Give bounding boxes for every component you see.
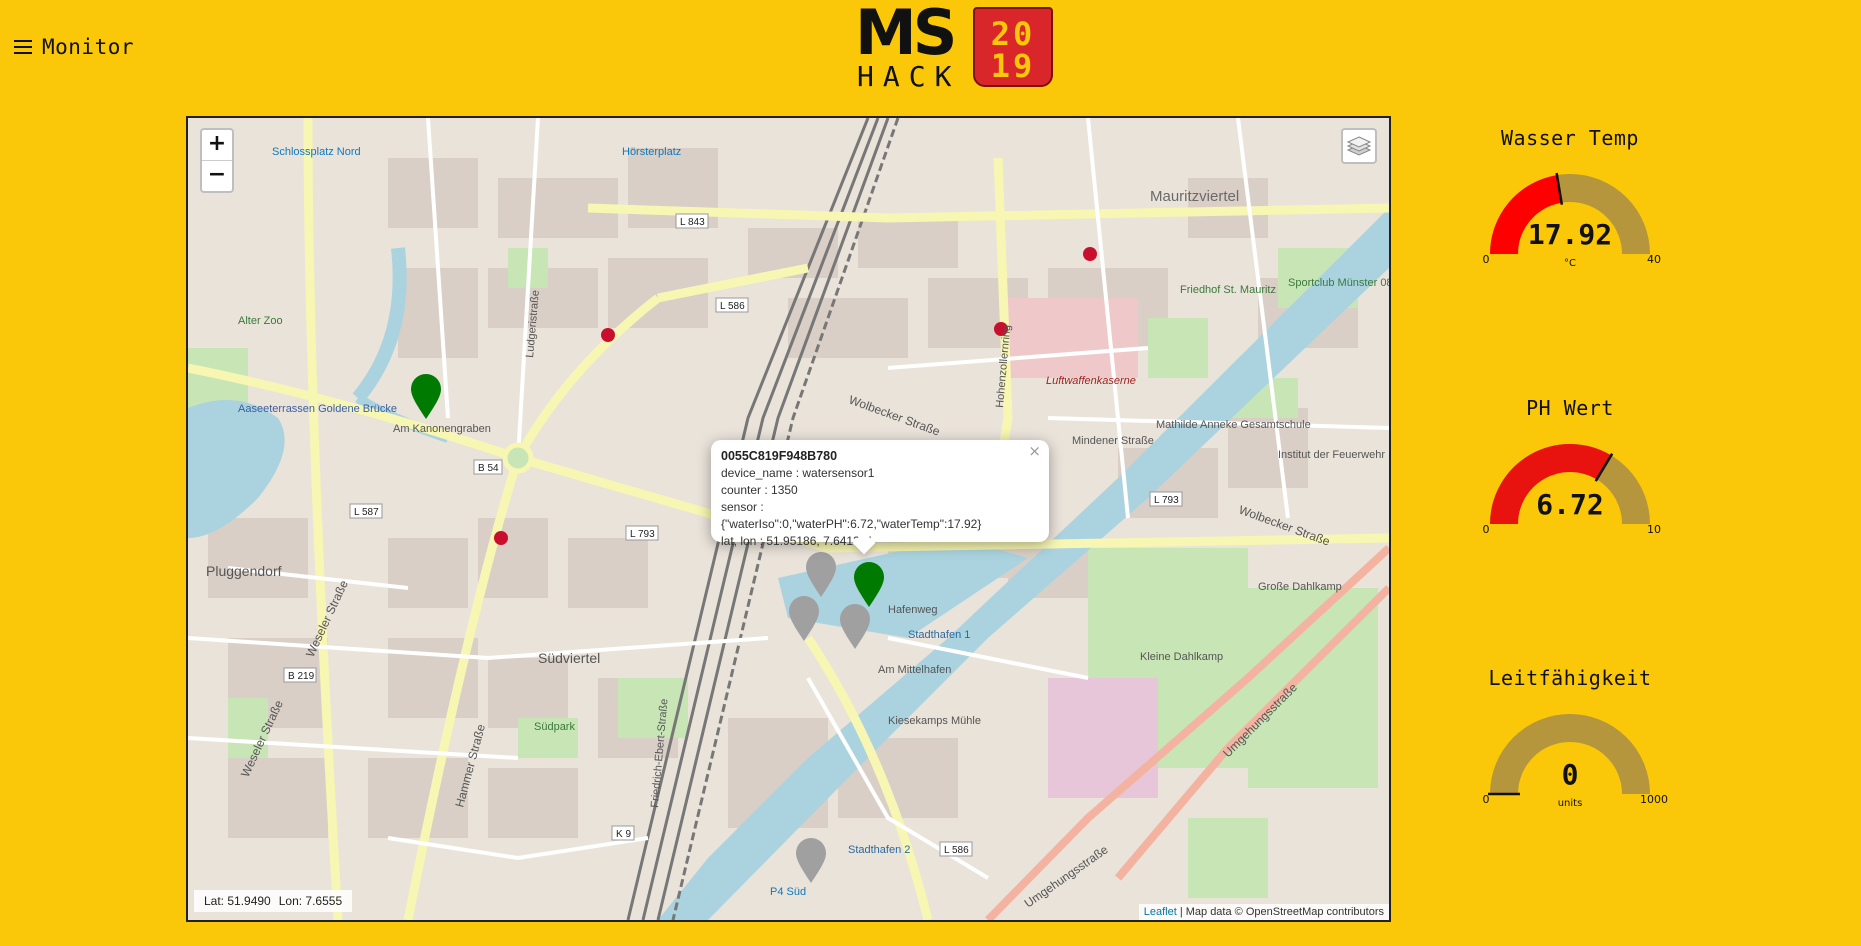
zoom-control: + − bbox=[200, 128, 234, 193]
logo-year-badge: 20 19 bbox=[973, 7, 1053, 87]
gauge-value: 0 bbox=[1562, 758, 1579, 791]
marker-pin-icon bbox=[806, 552, 836, 597]
gauge-max: 40 bbox=[1647, 253, 1661, 266]
shield-l793-west: L 793 bbox=[630, 529, 655, 540]
gauge-conductivity: Leitfähigkeit 0 units 0 1000 bbox=[1470, 666, 1670, 822]
shield-l586-south: L 586 bbox=[944, 845, 969, 856]
label-hafenweg: Hafenweg bbox=[888, 604, 938, 616]
marker-inactive-icon[interactable] bbox=[805, 552, 837, 598]
marker-inactive-icon[interactable] bbox=[795, 838, 827, 884]
label-sportclub: Sportclub Münster 08 bbox=[1288, 277, 1389, 289]
label-kanonengraben: Am Kanonengraben bbox=[393, 423, 491, 435]
gauge-water-temp: Wasser Temp 17.92 °C 0 40 bbox=[1470, 126, 1670, 282]
gauge-value: 6.72 bbox=[1536, 488, 1603, 521]
shield-b219: B 219 bbox=[288, 671, 315, 682]
gauge-title: Wasser Temp bbox=[1501, 126, 1639, 150]
gauge-dial: 17.92 °C 0 40 bbox=[1483, 172, 1661, 269]
label-mauritzviertel: Mauritzviertel bbox=[1150, 188, 1239, 205]
gauge-min: 0 bbox=[1483, 253, 1490, 266]
label-friedhof: Friedhof St. Mauritz bbox=[1180, 284, 1276, 296]
shield-l587: L 587 bbox=[354, 507, 379, 518]
gauge-max: 1000 bbox=[1640, 793, 1668, 806]
marker-inactive-icon[interactable] bbox=[839, 604, 871, 650]
popup-sensor-json: {"waterIso":0,"waterPH":6.72,"waterTemp"… bbox=[721, 517, 982, 531]
zoom-in-button[interactable]: + bbox=[202, 130, 232, 161]
sensor-popup: × 0055C819F948B780 device_name : waterse… bbox=[711, 440, 1049, 555]
label-kiesekamp: Kiesekamps Mühle bbox=[888, 715, 981, 727]
marker-pin-icon bbox=[789, 596, 819, 641]
marker-pin-icon bbox=[411, 374, 441, 419]
ms-hack-logo: MS HACK 20 19 bbox=[855, 0, 1057, 91]
coords-lat: Lat: 51.9490 bbox=[204, 894, 271, 908]
map-attribution: Leaflet | Map data © OpenStreetMap contr… bbox=[1138, 904, 1389, 920]
popup-device-id: 0055C819F948B780 bbox=[721, 449, 838, 463]
label-luftwaffenkaserne: Luftwaffenkaserne bbox=[1046, 375, 1136, 387]
label-stadthafen2: Stadthafen 2 bbox=[848, 844, 910, 856]
marker-pin-icon bbox=[854, 562, 884, 607]
attribution-text: | Map data © OpenStreetMap contributors bbox=[1176, 906, 1384, 918]
shield-b54: B 54 bbox=[478, 463, 499, 474]
shield-l793-east: L 793 bbox=[1154, 495, 1179, 506]
gauge-ph: PH Wert 6.72 0 10 bbox=[1470, 396, 1670, 552]
marker-inactive-icon[interactable] bbox=[788, 596, 820, 642]
label-stadthafen1: Stadthafen 1 bbox=[908, 629, 970, 641]
coords-lon: Lon: 7.6555 bbox=[278, 894, 343, 908]
popup-sensor-label: sensor : bbox=[721, 500, 764, 514]
label-suedviertel: Südviertel bbox=[538, 650, 600, 666]
marker-pin-icon bbox=[796, 838, 826, 883]
label-alter-zoo: Alter Zoo bbox=[238, 315, 283, 327]
gauge-min: 0 bbox=[1483, 523, 1490, 536]
hamburger-icon[interactable] bbox=[14, 40, 32, 54]
logo-ms-text: MS bbox=[855, 0, 957, 69]
gauge-min: 0 bbox=[1483, 793, 1490, 806]
gauge-unit: units bbox=[1558, 798, 1583, 809]
label-mittelhafen: Am Mittelhafen bbox=[878, 664, 951, 676]
gauge-max: 10 bbox=[1647, 523, 1661, 536]
popup-device-name: device_name : watersensor1 bbox=[721, 466, 875, 480]
label-dahlkamp: Große Dahlkamp bbox=[1258, 581, 1342, 593]
marker-active-icon[interactable] bbox=[410, 374, 442, 420]
label-kleine-dahlkamp: Kleine Dahlkamp bbox=[1140, 651, 1223, 663]
popup-counter: counter : 1350 bbox=[721, 483, 798, 497]
label-aasee: Aaseeterrassen Goldene Brücke bbox=[238, 403, 397, 415]
label-suedpark: Südpark bbox=[534, 721, 575, 733]
map-view[interactable]: Mauritzviertel Pluggendorf Südviertel Sc… bbox=[186, 116, 1391, 922]
leaflet-link[interactable]: Leaflet bbox=[1144, 906, 1177, 918]
gauge-dial: 6.72 0 10 bbox=[1483, 444, 1661, 536]
gauge-title: Leitfähigkeit bbox=[1488, 666, 1652, 690]
layers-button[interactable] bbox=[1341, 128, 1377, 164]
shield-l843: L 843 bbox=[680, 217, 705, 228]
shield-l586-north: L 586 bbox=[720, 301, 745, 312]
label-schlossplatz: Schlossplatz Nord bbox=[272, 146, 361, 158]
zoom-out-button[interactable]: − bbox=[202, 161, 232, 191]
label-mindener: Mindener Straße bbox=[1072, 435, 1154, 447]
logo-hack-text: HACK bbox=[857, 60, 961, 93]
label-institut: Institut der Feuerwehr bbox=[1278, 449, 1385, 461]
menu-title: Monitor bbox=[42, 35, 135, 59]
gauge-unit: °C bbox=[1564, 258, 1576, 269]
menu-toggle[interactable]: Monitor bbox=[14, 35, 134, 59]
label-hoersterplatz: Hörsterplatz bbox=[622, 146, 681, 158]
shield-k9: K 9 bbox=[616, 829, 631, 840]
mouse-coordinates: Lat: 51.9490 Lon: 7.6555 bbox=[194, 890, 353, 912]
gauge-dial: 0 units 0 1000 bbox=[1483, 714, 1668, 809]
logo-year-bottom: 19 bbox=[990, 47, 1036, 85]
popup-latlon: lat, lon : 51.95186, 7.641381 bbox=[721, 534, 874, 548]
label-pluggendorf: Pluggendorf bbox=[206, 563, 282, 579]
marker-active-icon[interactable] bbox=[853, 562, 885, 608]
layers-icon bbox=[1347, 136, 1371, 156]
gauge-value: 17.92 bbox=[1528, 218, 1612, 251]
popup-close-button[interactable]: × bbox=[1028, 443, 1041, 460]
gauge-title: PH Wert bbox=[1526, 396, 1614, 420]
label-p4: P4 Süd bbox=[770, 886, 806, 898]
marker-pin-icon bbox=[840, 604, 870, 649]
label-mathilde: Mathilde Anneke Gesamtschule bbox=[1156, 419, 1311, 431]
